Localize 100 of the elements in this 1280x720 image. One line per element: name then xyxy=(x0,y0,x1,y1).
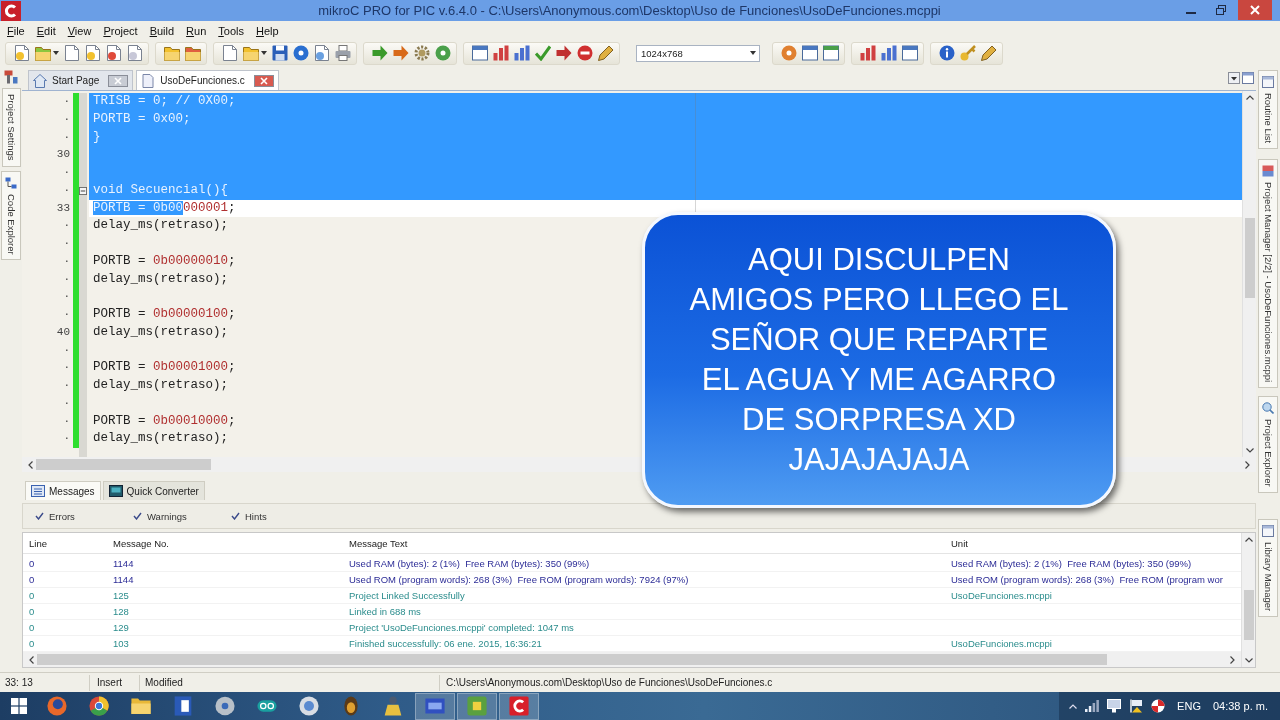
chevron-up-icon[interactable] xyxy=(1245,95,1254,100)
menu-item[interactable]: Build xyxy=(143,24,181,37)
page-icon[interactable] xyxy=(127,45,143,61)
arrow-icon[interactable] xyxy=(393,45,409,61)
dropdown-icon[interactable] xyxy=(1228,72,1240,84)
clock-text[interactable]: 04:38 p. m. xyxy=(1212,700,1268,712)
menu-item[interactable]: View xyxy=(61,24,98,37)
close-button[interactable] xyxy=(1238,0,1272,20)
chevron-left-icon[interactable] xyxy=(28,460,33,469)
printer-icon[interactable] xyxy=(335,45,351,61)
folder-icon[interactable] xyxy=(243,45,259,61)
chevron-down-icon[interactable] xyxy=(1245,448,1254,453)
bar-chart-icon[interactable] xyxy=(860,45,876,61)
page-icon[interactable] xyxy=(64,45,80,61)
bar-chart-icon[interactable] xyxy=(514,45,530,61)
taskbar-button[interactable] xyxy=(499,692,539,720)
scrollbar-thumb[interactable] xyxy=(1244,218,1255,298)
vertical-scrollbar[interactable] xyxy=(1242,91,1256,457)
stop-icon[interactable] xyxy=(577,45,593,61)
menu-item[interactable]: Run xyxy=(180,24,213,37)
chevron-down-icon[interactable] xyxy=(1244,658,1253,663)
side-panel-tab[interactable]: Project Explorer xyxy=(1258,396,1278,493)
resolution-dropdown[interactable]: 1024x768 xyxy=(636,44,760,62)
collapse-icon[interactable] xyxy=(79,186,87,195)
chevron-up-icon[interactable] xyxy=(1244,537,1253,542)
filter-checkbox[interactable]: Hints xyxy=(231,510,329,522)
side-panel-tab[interactable]: Code Explorer xyxy=(1,170,21,261)
page-icon[interactable] xyxy=(314,45,330,61)
menu-item[interactable]: Help xyxy=(250,24,285,37)
window-icon[interactable] xyxy=(802,45,818,61)
bar-chart-icon[interactable] xyxy=(493,45,509,61)
folder-icon[interactable] xyxy=(185,45,201,61)
panel-tab[interactable]: Messages xyxy=(25,481,101,500)
signal-bars-icon[interactable] xyxy=(1085,699,1100,713)
folder-icon[interactable] xyxy=(35,45,51,61)
caret-icon[interactable] xyxy=(261,51,267,55)
menu-item[interactable]: Tools xyxy=(212,24,250,37)
bar-chart-icon[interactable] xyxy=(881,45,897,61)
page-icon[interactable] xyxy=(106,45,122,61)
column-header[interactable]: Unit xyxy=(945,537,1241,549)
side-panel-tab[interactable]: Library Manager xyxy=(1258,518,1278,618)
disc-icon[interactable] xyxy=(293,45,309,61)
side-panel-tab[interactable]: Project Settings xyxy=(1,88,21,167)
menu-item[interactable]: Edit xyxy=(30,24,62,37)
horizontal-scrollbar[interactable] xyxy=(23,652,1241,667)
page-icon[interactable] xyxy=(85,45,101,61)
pencil-icon[interactable] xyxy=(981,45,997,61)
table-cell-text: Linked in 688 ms xyxy=(348,606,422,617)
flag-icon[interactable] xyxy=(1129,699,1144,713)
app-logo-icon[interactable] xyxy=(1,0,21,21)
editor-tab[interactable]: UsoDeFunciones.c xyxy=(136,70,279,90)
window-icon[interactable] xyxy=(1242,72,1254,84)
close-icon[interactable] xyxy=(253,74,274,87)
ball-icon[interactable] xyxy=(1151,699,1166,713)
folder-icon[interactable] xyxy=(164,45,180,61)
caret-icon[interactable] xyxy=(750,51,756,55)
line-number: 30 xyxy=(55,147,71,163)
check-icon[interactable] xyxy=(535,45,551,61)
disc-icon[interactable] xyxy=(781,45,797,61)
line-number: 33 xyxy=(55,200,71,216)
editor-tab[interactable]: Start Page xyxy=(28,70,134,90)
gear-icon[interactable] xyxy=(414,45,430,61)
language-indicator[interactable]: ENG xyxy=(1177,700,1201,712)
caret-icon[interactable] xyxy=(53,51,59,55)
page-icon[interactable] xyxy=(222,45,238,61)
arrow-icon[interactable] xyxy=(372,45,388,61)
side-panel-tab[interactable]: Project Manager [2/2] - UsoDeFunciones.mcppi xyxy=(1258,159,1278,389)
windows-logo-icon[interactable] xyxy=(10,698,27,714)
chevron-left-icon[interactable] xyxy=(29,655,34,664)
column-header[interactable]: Message Text xyxy=(343,537,945,549)
close-icon[interactable] xyxy=(108,74,129,87)
window-icon[interactable] xyxy=(472,45,488,61)
monitor-icon[interactable] xyxy=(1107,699,1122,713)
code-line: PORTB = 0b00010000; xyxy=(93,412,236,430)
pencil-icon[interactable] xyxy=(598,45,614,61)
menu-item[interactable]: Project xyxy=(97,24,144,37)
table-cell-text: 1144 xyxy=(112,574,135,585)
side-panel-tab[interactable]: Routine List xyxy=(1258,70,1278,150)
tool-icon[interactable] xyxy=(4,70,18,84)
vertical-scrollbar[interactable] xyxy=(1241,533,1255,667)
arrow-icon[interactable] xyxy=(556,45,572,61)
column-header[interactable]: Message No. xyxy=(107,537,343,549)
menu-item[interactable]: File xyxy=(1,24,31,37)
scrollbar-thumb[interactable] xyxy=(37,654,1107,665)
taskbar-button[interactable] xyxy=(457,692,497,720)
table-cell-text: 1144 xyxy=(112,558,135,569)
panel-tab[interactable]: Quick Converter xyxy=(102,481,205,500)
info-icon[interactable] xyxy=(939,45,955,61)
chevron-right-icon[interactable] xyxy=(1245,460,1250,469)
disc-icon[interactable] xyxy=(435,45,451,61)
column-header[interactable]: Line xyxy=(23,537,107,549)
filter-checkbox[interactable]: Warnings xyxy=(133,510,231,522)
filter-checkbox[interactable]: Errors xyxy=(35,510,133,522)
key-icon[interactable] xyxy=(960,45,976,61)
scrollbar-thumb[interactable] xyxy=(36,459,211,470)
page-icon[interactable] xyxy=(14,45,30,61)
scrollbar-thumb[interactable] xyxy=(1243,590,1254,640)
window-icon[interactable] xyxy=(902,45,918,61)
chevron-right-icon[interactable] xyxy=(1230,655,1235,664)
window-icon[interactable] xyxy=(823,45,839,61)
